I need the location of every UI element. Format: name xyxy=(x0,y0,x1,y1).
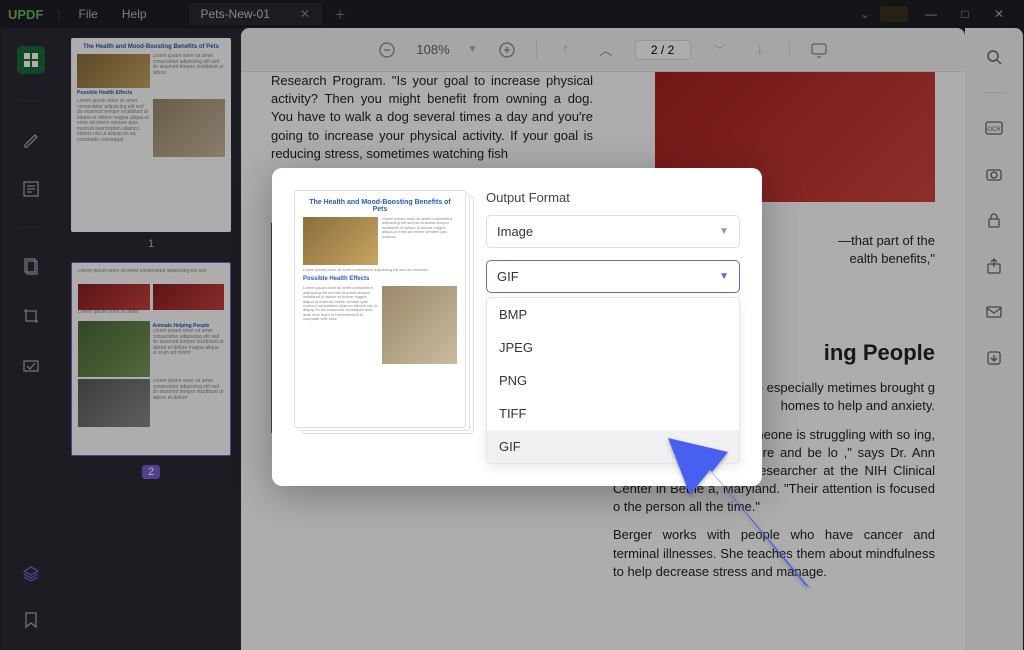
caret-down-icon: ▼ xyxy=(719,271,729,282)
output-format-label: Output Format xyxy=(486,190,740,205)
format-option-jpeg[interactable]: JPEG xyxy=(487,331,739,364)
export-modal: The Health and Mood-Boosting Benefits of… xyxy=(272,168,762,486)
image-format-select[interactable]: GIF ▼ xyxy=(486,260,740,293)
format-option-tiff[interactable]: TIFF xyxy=(487,397,739,430)
format-dropdown: BMP JPEG PNG TIFF GIF xyxy=(486,297,740,464)
caret-down-icon: ▼ xyxy=(719,226,729,237)
modal-preview: The Health and Mood-Boosting Benefits of… xyxy=(294,190,466,428)
format-option-bmp[interactable]: BMP xyxy=(487,298,739,331)
format-option-png[interactable]: PNG xyxy=(487,364,739,397)
format-option-gif[interactable]: GIF xyxy=(487,430,739,463)
format-type-select[interactable]: Image ▼ xyxy=(486,215,740,248)
